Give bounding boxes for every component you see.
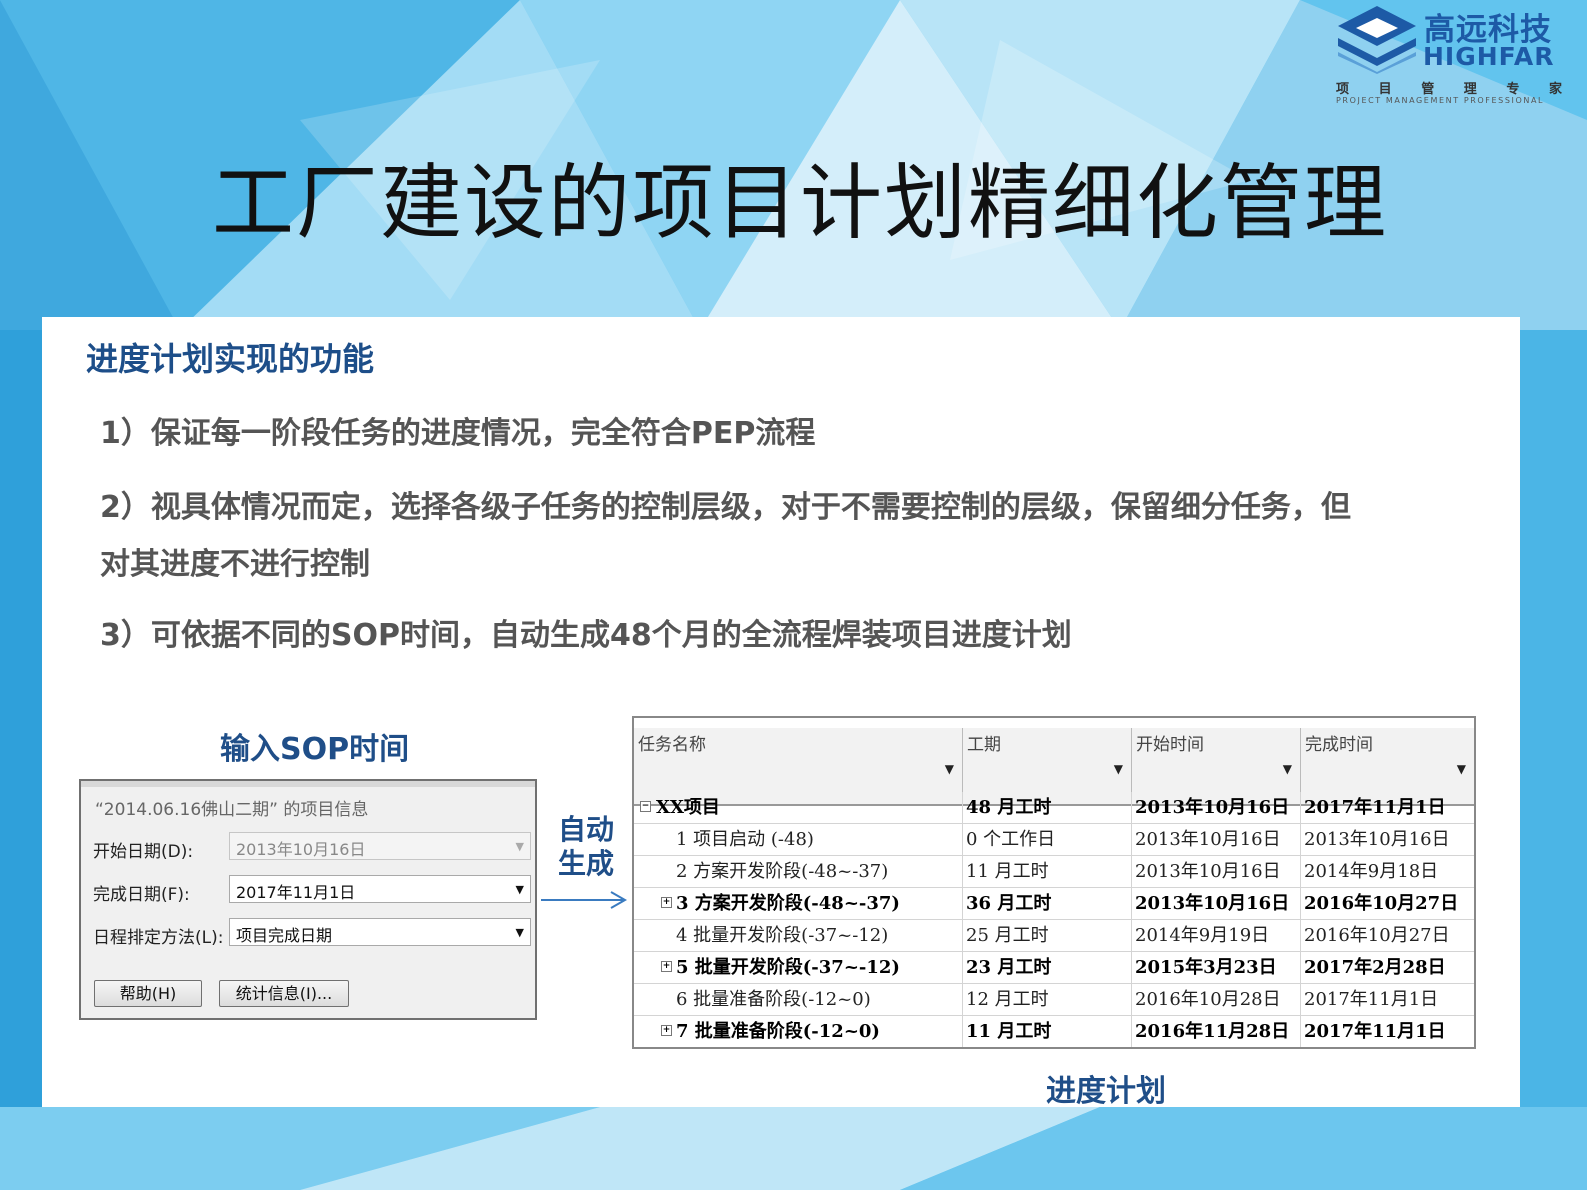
point-1: 1）保证每一阶段任务的进度情况，完全符合PEP流程	[100, 416, 816, 451]
duration-cell: 12 月工时	[963, 984, 1132, 1015]
duration-cell: 25 月工时	[963, 920, 1132, 951]
schedule-from-label: 日程排定方法(L):	[93, 928, 224, 948]
logo-tagline-en: PROJECT MANAGEMENT PROFESSIONAL	[1336, 96, 1545, 105]
finish-date-label: 完成日期(F):	[93, 885, 190, 905]
start-date-value: 2013年10月16日	[236, 840, 366, 859]
table-row[interactable]: 1 项目启动 (-48) 0 个工作日 2013年10月16日 2013年10月…	[634, 824, 1474, 856]
start-cell: 2013年10月16日	[1132, 888, 1301, 919]
finish-cell: 2016年10月27日	[1304, 893, 1459, 914]
finish-cell: 2017年11月1日	[1304, 989, 1439, 1010]
start-cell: 2015年3月23日	[1132, 952, 1301, 983]
point-2: 2）视具体情况而定，选择各级子任务的控制层级，对于不需要控制的层级，保留细分任务…	[100, 490, 1351, 525]
point-3: 3）可依据不同的SOP时间，自动生成48个月的全流程焊装项目进度计划	[100, 618, 1072, 653]
duration-cell: 11 月工时	[963, 1016, 1132, 1047]
table-row[interactable]: − XX项目 48 月工时 2013年10月16日 2017年11月1日	[634, 792, 1474, 824]
table-row[interactable]: 4 批量开发阶段(-37~-12) 25 月工时 2014年9月19日 2016…	[634, 920, 1474, 952]
table-row[interactable]: 2 方案开发阶段(-48~-37) 11 月工时 2013年10月16日 201…	[634, 856, 1474, 888]
input-sop-caption: 输入SOP时间	[220, 732, 410, 767]
table-row[interactable]: + 7 批量准备阶段(-12~0) 11 月工时 2016年11月28日 201…	[634, 1016, 1474, 1048]
task-name-cell: + 7 批量准备阶段(-12~0)	[634, 1016, 963, 1047]
finish-date-field[interactable]: 2017年11月1日 ▼	[229, 875, 531, 903]
start-date-field[interactable]: 2013年10月16日 ▼	[229, 832, 531, 860]
chevron-down-icon[interactable]: ▼	[1457, 762, 1466, 776]
start-cell: 2013年10月16日	[1132, 792, 1301, 823]
dialog-title: “2014.06.16佛山二期” 的项目信息	[95, 800, 369, 820]
section-heading: 进度计划实现的功能	[86, 340, 375, 378]
duration-cell: 48 月工时	[963, 792, 1132, 823]
task-name-cell: + 3 方案开发阶段(-48~-37)	[634, 888, 963, 919]
help-button[interactable]: 帮助(H)	[94, 980, 202, 1007]
logo-tagline-cn: 项 目 管 理 专 家	[1336, 82, 1562, 97]
chevron-down-icon[interactable]: ▼	[516, 926, 524, 939]
finish-cell: 2017年11月1日	[1304, 1021, 1446, 1042]
expand-icon[interactable]: +	[661, 897, 672, 908]
chevron-down-icon[interactable]: ▼	[1283, 762, 1292, 776]
table-row[interactable]: + 3 方案开发阶段(-48~-37) 36 月工时 2013年10月16日 2…	[634, 888, 1474, 920]
dialog-top-strip	[81, 781, 535, 787]
table-row[interactable]: + 5 批量开发阶段(-37~-12) 23 月工时 2015年3月23日 20…	[634, 952, 1474, 984]
finish-cell: 2013年10月16日	[1304, 829, 1450, 850]
expand-icon[interactable]: +	[661, 961, 672, 972]
finish-date-value: 2017年11月1日	[236, 883, 356, 902]
expand-icon[interactable]: +	[661, 1025, 672, 1036]
chevron-down-icon[interactable]: ▼	[516, 883, 524, 896]
task-name-cell: 4 批量开发阶段(-37~-12)	[634, 920, 963, 951]
right-arrow-icon	[541, 891, 628, 909]
task-name-cell: 1 项目启动 (-48)	[634, 824, 963, 855]
point-2-continued: 对其进度不进行控制	[100, 547, 370, 582]
start-cell: 2013年10月16日	[1132, 824, 1301, 855]
chevron-down-icon[interactable]: ▼	[945, 762, 954, 776]
duration-cell: 0 个工作日	[963, 824, 1132, 855]
duration-cell: 36 月工时	[963, 888, 1132, 919]
finish-cell: 2014年9月18日	[1304, 861, 1439, 882]
logo-mark-icon	[1338, 6, 1416, 74]
duration-cell: 23 月工时	[963, 952, 1132, 983]
chevron-down-icon: ▼	[515, 840, 524, 853]
start-date-label: 开始日期(D):	[93, 842, 194, 862]
task-name-cell: − XX项目	[634, 792, 963, 823]
auto-generate-label: 自动 生成	[557, 813, 614, 880]
finish-cell: 2017年11月1日	[1304, 797, 1446, 818]
start-cell: 2016年10月28日	[1132, 984, 1301, 1015]
table-row[interactable]: 6 批量准备阶段(-12~0) 12 月工时 2016年10月28日 2017年…	[634, 984, 1474, 1016]
task-name-cell: 6 批量准备阶段(-12~0)	[634, 984, 963, 1015]
start-cell: 2013年10月16日	[1132, 856, 1301, 887]
schedule-table: 任务名称 ▼ 工期 ▼ 开始时间 ▼ 完成时间 ▼ − XX项目 48 月工时 …	[632, 716, 1476, 1049]
slide-title: 工厂建设的项目计划精细化管理	[211, 156, 1388, 251]
schedule-from-value: 项目完成日期	[236, 926, 333, 945]
highfar-logo: 高远科技 HIGHFAR 项 目 管 理 专 家 PROJECT MANAGEM…	[1336, 4, 1562, 108]
chevron-down-icon[interactable]: ▼	[1114, 762, 1123, 776]
finish-cell: 2016年10月27日	[1304, 925, 1450, 946]
project-info-dialog: “2014.06.16佛山二期” 的项目信息 开始日期(D): 2013年10月…	[79, 779, 537, 1020]
schedule-caption: 进度计划	[1046, 1074, 1166, 1109]
start-cell: 2016年11月28日	[1132, 1016, 1301, 1047]
logo-name-en: HIGHFAR	[1423, 42, 1555, 71]
finish-cell: 2017年2月28日	[1304, 957, 1446, 978]
task-name-cell: + 5 批量开发阶段(-37~-12)	[634, 952, 963, 983]
start-cell: 2014年9月19日	[1132, 920, 1301, 951]
duration-cell: 11 月工时	[963, 856, 1132, 887]
schedule-from-select[interactable]: 项目完成日期 ▼	[229, 918, 531, 946]
statistics-button[interactable]: 统计信息(I)...	[219, 980, 349, 1007]
collapse-icon[interactable]: −	[640, 801, 651, 812]
task-name-cell: 2 方案开发阶段(-48~-37)	[634, 856, 963, 887]
